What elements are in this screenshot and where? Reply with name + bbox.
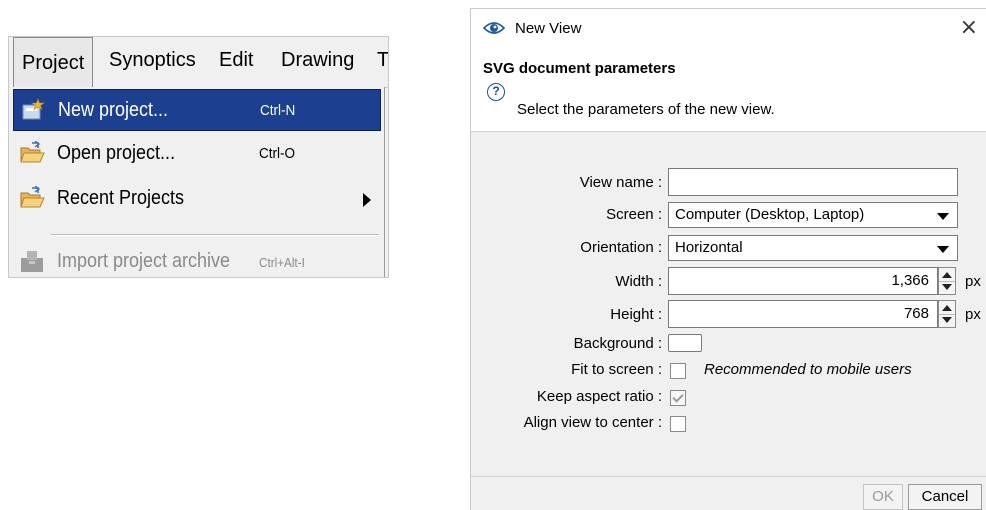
orientation-select[interactable]: Horizontal	[668, 235, 958, 261]
keep-aspect-ratio-checkbox[interactable]	[670, 390, 686, 406]
view-name-input[interactable]	[668, 168, 958, 196]
height-label: Height :	[610, 306, 662, 323]
dialog-titlebar: New View ×	[471, 9, 986, 49]
menu-item-shortcut: Ctrl-N	[260, 102, 296, 119]
menu-item-label: New project...	[58, 99, 169, 121]
stepper-up-icon[interactable]	[942, 305, 952, 311]
align-center-checkbox[interactable]	[670, 416, 686, 432]
fit-to-screen-hint: Recommended to mobile users	[704, 361, 912, 378]
import-archive-icon	[19, 249, 45, 273]
height-input[interactable]: 768	[668, 300, 938, 328]
menu-separator	[51, 234, 379, 236]
background-color-swatch[interactable]	[668, 334, 702, 352]
menu-edit[interactable]: Edit	[219, 49, 253, 72]
dialog-title: New View	[515, 20, 582, 37]
eye-icon	[482, 20, 506, 36]
menu-item-label: Open project...	[57, 142, 176, 164]
menu-item-label: Import project archive	[57, 250, 231, 272]
chevron-down-icon	[937, 213, 949, 220]
menu-synoptics[interactable]: Synoptics	[109, 49, 196, 72]
menu-drawing[interactable]: Drawing	[281, 49, 354, 72]
menu-item-new-project[interactable]: New project... Ctrl-N	[13, 89, 381, 131]
help-icon: ?	[487, 83, 505, 101]
project-dropdown: New project... Ctrl-N Open project... Ct…	[9, 87, 385, 277]
menu-item-label: Recent Projects	[57, 187, 185, 209]
footer-divider	[471, 476, 986, 477]
stepper-divider	[939, 314, 955, 315]
height-unit: px	[965, 306, 981, 323]
menu-screenshot: Project Synoptics Edit Drawing T New pro…	[8, 36, 389, 278]
width-stepper[interactable]	[938, 267, 956, 295]
view-name-label: View name :	[579, 174, 662, 191]
width-label: Width :	[615, 273, 662, 290]
open-folder-icon	[19, 140, 45, 165]
menubar: Project Synoptics Edit Drawing T	[9, 37, 388, 88]
keep-aspect-ratio-label: Keep aspect ratio :	[536, 388, 662, 405]
orientation-label: Orientation :	[580, 239, 662, 256]
dialog-heading: SVG document parameters	[483, 60, 676, 77]
dialog-description: Select the parameters of the new view.	[517, 101, 775, 118]
width-input[interactable]: 1,366	[668, 267, 938, 295]
fit-to-screen-label: Fit to screen :	[571, 361, 662, 378]
stepper-up-icon[interactable]	[942, 272, 952, 278]
chevron-down-icon	[937, 246, 949, 253]
ok-button[interactable]: OK	[863, 484, 903, 510]
height-stepper[interactable]	[938, 300, 956, 328]
menu-project[interactable]: Project	[13, 37, 94, 87]
screen-label: Screen :	[606, 206, 662, 223]
menu-truncated[interactable]: T	[377, 49, 388, 72]
menu-item-recent-projects[interactable]: Recent Projects	[13, 178, 381, 220]
new-view-dialog: New View × SVG document parameters ? Sel…	[470, 8, 986, 510]
screen-select[interactable]: Computer (Desktop, Laptop)	[668, 202, 958, 228]
menu-item-import-archive: Import project archive Ctrl+Alt-I	[13, 241, 381, 277]
cancel-button[interactable]: Cancel	[908, 484, 982, 510]
dialog-header: SVG document parameters ? Select the par…	[471, 49, 986, 132]
stepper-divider	[939, 281, 955, 282]
stepper-down-icon[interactable]	[942, 284, 952, 290]
fit-to-screen-checkbox[interactable]	[670, 363, 686, 379]
stepper-down-icon[interactable]	[942, 317, 952, 323]
open-folder-icon	[19, 185, 45, 210]
menu-item-shortcut: Ctrl+Alt-I	[259, 255, 305, 270]
background-label: Background :	[573, 335, 662, 352]
close-icon[interactable]: ×	[960, 15, 978, 40]
orientation-select-value: Horizontal	[675, 239, 743, 256]
width-unit: px	[965, 273, 981, 290]
align-center-label: Align view to center :	[523, 414, 662, 431]
menu-item-shortcut: Ctrl-O	[259, 145, 295, 162]
screen-select-value: Computer (Desktop, Laptop)	[675, 206, 865, 223]
submenu-arrow-icon	[363, 193, 371, 207]
new-project-icon	[20, 98, 46, 122]
menu-item-open-project[interactable]: Open project... Ctrl-O	[13, 133, 381, 175]
